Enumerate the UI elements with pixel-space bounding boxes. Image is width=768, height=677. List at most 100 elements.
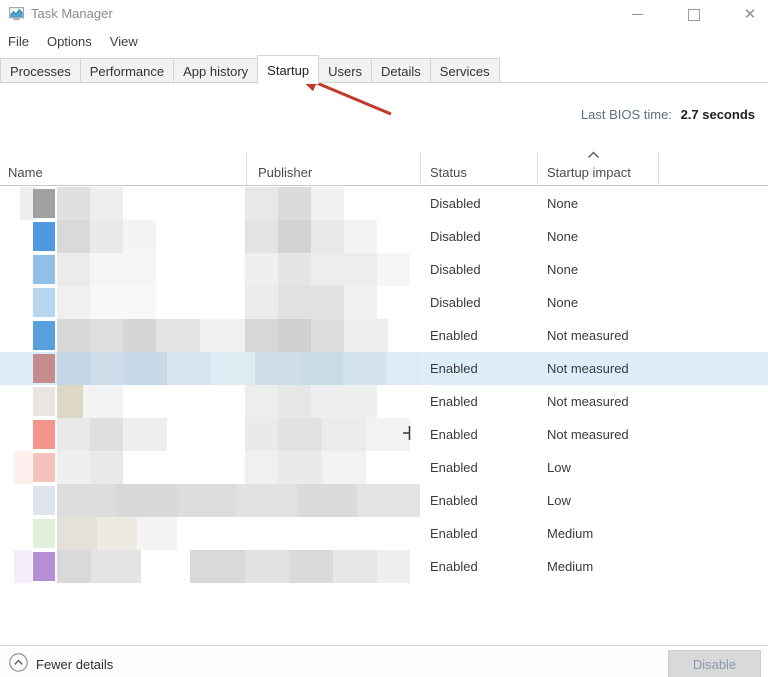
redacted-text-block <box>343 352 387 385</box>
redacted-text-block <box>177 484 237 517</box>
column-divider[interactable] <box>658 152 659 185</box>
redacted-text-block <box>14 550 32 583</box>
redacted-text-block <box>123 319 156 352</box>
chevron-up-circle-icon <box>9 653 28 675</box>
redacted-text-block <box>167 352 211 385</box>
startup-impact-cell: None <box>547 295 579 310</box>
redacted-text-block <box>245 385 278 418</box>
table-row[interactable]: Disabled None <box>0 253 768 286</box>
redacted-text-block <box>245 220 278 253</box>
disable-button[interactable]: Disable <box>668 650 761 677</box>
sort-ascending-icon <box>587 147 600 162</box>
text-cursor <box>403 426 411 440</box>
column-header-name[interactable]: Name <box>8 165 43 180</box>
menu-file[interactable]: File <box>0 32 38 53</box>
redacted-text-block <box>57 319 90 352</box>
tab-details[interactable]: Details <box>371 58 431 83</box>
startup-impact-cell: Low <box>547 460 571 475</box>
status-cell: Enabled <box>430 394 478 409</box>
column-divider[interactable] <box>537 152 538 185</box>
table-row[interactable]: Enabled Not measured <box>0 319 768 352</box>
table-row[interactable]: Enabled Not measured <box>0 352 768 385</box>
footer-bar: Fewer details Disable <box>0 645 768 677</box>
redacted-text-block <box>322 451 366 484</box>
app-icon <box>33 354 55 383</box>
redacted-text-block <box>245 253 278 286</box>
tab-app-history[interactable]: App history <box>173 58 259 83</box>
tab-users[interactable]: Users <box>318 58 373 83</box>
table-row[interactable]: Enabled Low <box>0 484 768 517</box>
app-icon <box>33 255 55 284</box>
redacted-text-block <box>311 187 344 220</box>
fewer-details-label: Fewer details <box>36 656 114 672</box>
column-header-startup-impact[interactable]: Startup impact <box>547 165 631 180</box>
tab-startup[interactable]: Startup <box>257 55 320 84</box>
minimize-icon <box>631 14 643 15</box>
redacted-text-block <box>344 286 377 319</box>
redacted-text-block <box>322 418 366 451</box>
startup-items-table: Disabled None Disabled None Disabled None Disa… <box>0 187 768 583</box>
column-header-status[interactable]: Status <box>430 165 467 180</box>
redacted-text-block <box>278 286 344 319</box>
bios-time-value: 2.7 seconds <box>680 107 755 122</box>
redacted-text-block <box>344 220 377 253</box>
menu-options[interactable]: Options <box>38 32 101 53</box>
redacted-text-block <box>245 550 289 583</box>
tab-performance[interactable]: Performance <box>79 58 175 83</box>
redacted-text-block <box>237 484 297 517</box>
redacted-text-block <box>123 418 167 451</box>
redacted-text-block <box>90 220 123 253</box>
startup-impact-cell: Not measured <box>547 427 629 442</box>
redacted-text-block <box>311 385 377 418</box>
redacted-text-block <box>57 220 90 253</box>
redacted-text-block <box>377 253 410 286</box>
tab-services[interactable]: Services <box>429 58 500 83</box>
table-row[interactable]: Disabled None <box>0 187 768 220</box>
redacted-text-block <box>289 550 333 583</box>
app-icon <box>33 519 55 548</box>
app-icon <box>33 486 55 515</box>
startup-impact-cell: Not measured <box>547 394 629 409</box>
task-manager-app-icon <box>8 5 25 22</box>
table-row[interactable]: Disabled None <box>0 286 768 319</box>
redacted-text-block <box>297 484 357 517</box>
redacted-text-block <box>200 319 245 352</box>
tab-processes[interactable]: Processes <box>0 58 81 83</box>
menu-view[interactable]: View <box>101 32 147 53</box>
table-row[interactable]: Disabled None <box>0 220 768 253</box>
table-row[interactable]: Enabled Medium <box>0 550 768 583</box>
tab-strip: Processes Performance App history Startu… <box>0 55 768 84</box>
startup-impact-cell: None <box>547 196 579 211</box>
title-bar: Task Manager ✕ <box>0 0 768 30</box>
redacted-text-block <box>311 253 377 286</box>
close-button[interactable]: ✕ <box>727 0 768 29</box>
table-row[interactable]: Enabled Not measured <box>0 385 768 418</box>
redacted-text-block <box>311 220 344 253</box>
status-cell: Enabled <box>430 361 478 376</box>
maximize-button[interactable] <box>671 0 717 29</box>
status-cell: Enabled <box>430 559 478 574</box>
status-cell: Enabled <box>430 460 478 475</box>
table-row[interactable]: Enabled Low <box>0 451 768 484</box>
column-header-publisher[interactable]: Publisher <box>258 165 312 180</box>
fewer-details-toggle[interactable]: Fewer details <box>9 653 113 675</box>
redacted-text-block <box>245 187 278 220</box>
redacted-text-block <box>123 352 167 385</box>
redacted-text-block <box>14 451 32 484</box>
startup-impact-cell: None <box>547 229 579 244</box>
menu-bar: File Options View <box>0 31 147 53</box>
redacted-text-block <box>91 550 141 583</box>
column-divider[interactable] <box>246 152 247 185</box>
redacted-text-block <box>245 286 278 319</box>
redacted-text-block <box>90 319 123 352</box>
column-divider[interactable] <box>420 152 421 185</box>
redacted-text-block <box>90 253 156 286</box>
minimize-button[interactable] <box>614 0 660 29</box>
redacted-text-block <box>57 550 91 583</box>
redacted-text-block <box>278 418 322 451</box>
redacted-text-block <box>190 550 250 583</box>
redacted-text-block <box>90 451 123 484</box>
table-row[interactable]: Enabled Medium <box>0 517 768 550</box>
table-row[interactable]: Enabled Not measured <box>0 418 768 451</box>
status-cell: Enabled <box>430 526 478 541</box>
